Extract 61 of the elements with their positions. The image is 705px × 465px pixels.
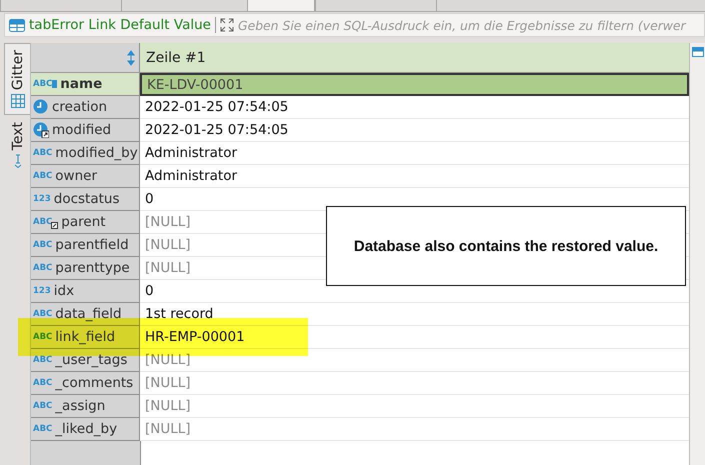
row-header[interactable]: modified xyxy=(31,119,140,142)
row-header[interactable]: ABC _assign xyxy=(31,395,140,418)
view-tab[interactable]: Gitter xyxy=(4,43,30,116)
row-header[interactable]: creation xyxy=(31,96,140,119)
field-name: docstatus xyxy=(54,191,120,207)
view-tab[interactable]: Text xyxy=(4,115,30,176)
text-type-icon: ABC xyxy=(33,172,52,180)
field-name: name xyxy=(60,76,102,92)
table-cell: KE-LDV-00001 xyxy=(140,73,689,96)
row-header[interactable]: ABC parent xyxy=(31,211,140,234)
column-header[interactable]: Zeile #1 xyxy=(140,43,689,73)
text-type-icon: ABC xyxy=(33,378,52,388)
field-name: parentfield xyxy=(55,237,129,253)
clock-icon xyxy=(33,122,49,138)
row-header[interactable]: ABC name xyxy=(31,73,140,96)
row-header[interactable]: ABC modified_by xyxy=(31,142,140,165)
text-cursor-icon xyxy=(12,154,22,168)
text-type-icon: ABC xyxy=(33,356,52,364)
text-type-icon: ABC xyxy=(33,218,52,226)
field-name: link_field xyxy=(55,329,116,345)
text-type-icon: ABC xyxy=(33,148,52,158)
field-name: parenttype xyxy=(55,260,130,276)
field-name: _liked_by xyxy=(55,421,118,437)
field-name: _assign xyxy=(55,398,106,414)
text-type-icon: ABC xyxy=(33,264,52,272)
text-type-icon: ABC xyxy=(33,424,52,434)
filter-field[interactable]: Geben Sie einen SQL-Ausdruck ein, um die Ergebnisse zu filtern (verwer xyxy=(238,18,704,32)
link-icon xyxy=(51,222,58,228)
number-type-icon: 123 xyxy=(33,194,51,204)
table-icon xyxy=(9,18,25,32)
field-name: modified xyxy=(52,122,112,138)
row-header[interactable]: ABC parentfield xyxy=(31,234,140,257)
text-type-icon: ABC xyxy=(33,310,52,318)
panel-icon[interactable] xyxy=(692,47,704,57)
row-header[interactable]: ABC owner xyxy=(31,165,140,188)
number-type-icon: 123 xyxy=(33,286,51,296)
text-type-icon: ABC xyxy=(33,402,52,410)
field-name: creation xyxy=(52,99,108,115)
text-type-icon: ABC xyxy=(33,332,52,342)
text-type-icon: ABC xyxy=(33,240,52,250)
key-icon xyxy=(52,80,58,88)
table-title: tabError Link Default Value xyxy=(29,17,211,33)
row-header[interactable]: ABC _comments xyxy=(31,372,140,395)
row-header[interactable]: ABC _liked_by xyxy=(31,418,140,441)
field-name: owner xyxy=(55,168,98,184)
grid-icon xyxy=(10,94,24,108)
row-header[interactable]: 123 docstatus xyxy=(31,188,140,211)
field-name: parent xyxy=(61,214,106,230)
field-name: idx xyxy=(54,283,74,299)
field-name: data_field xyxy=(55,306,122,322)
annotation-callout: Database also contains the restored value. xyxy=(326,206,686,286)
row-header[interactable]: ABC parenttype xyxy=(31,257,140,280)
text-type-icon: ABC xyxy=(33,80,52,88)
field-name: _user_tags xyxy=(55,352,128,368)
expand-icon[interactable] xyxy=(220,18,234,32)
clock-icon xyxy=(33,99,49,115)
filter-bar[interactable]: tabError Link Default Value Geben Sie einen SQL-Ausdruck ein, um die Ergebnisse zu filtern (verwer xyxy=(4,13,705,37)
field-name: modified_by xyxy=(55,145,138,161)
sort-icon[interactable] xyxy=(127,50,135,66)
row-header[interactable]: 123 idx xyxy=(31,280,140,303)
field-name: _comments xyxy=(55,375,134,391)
